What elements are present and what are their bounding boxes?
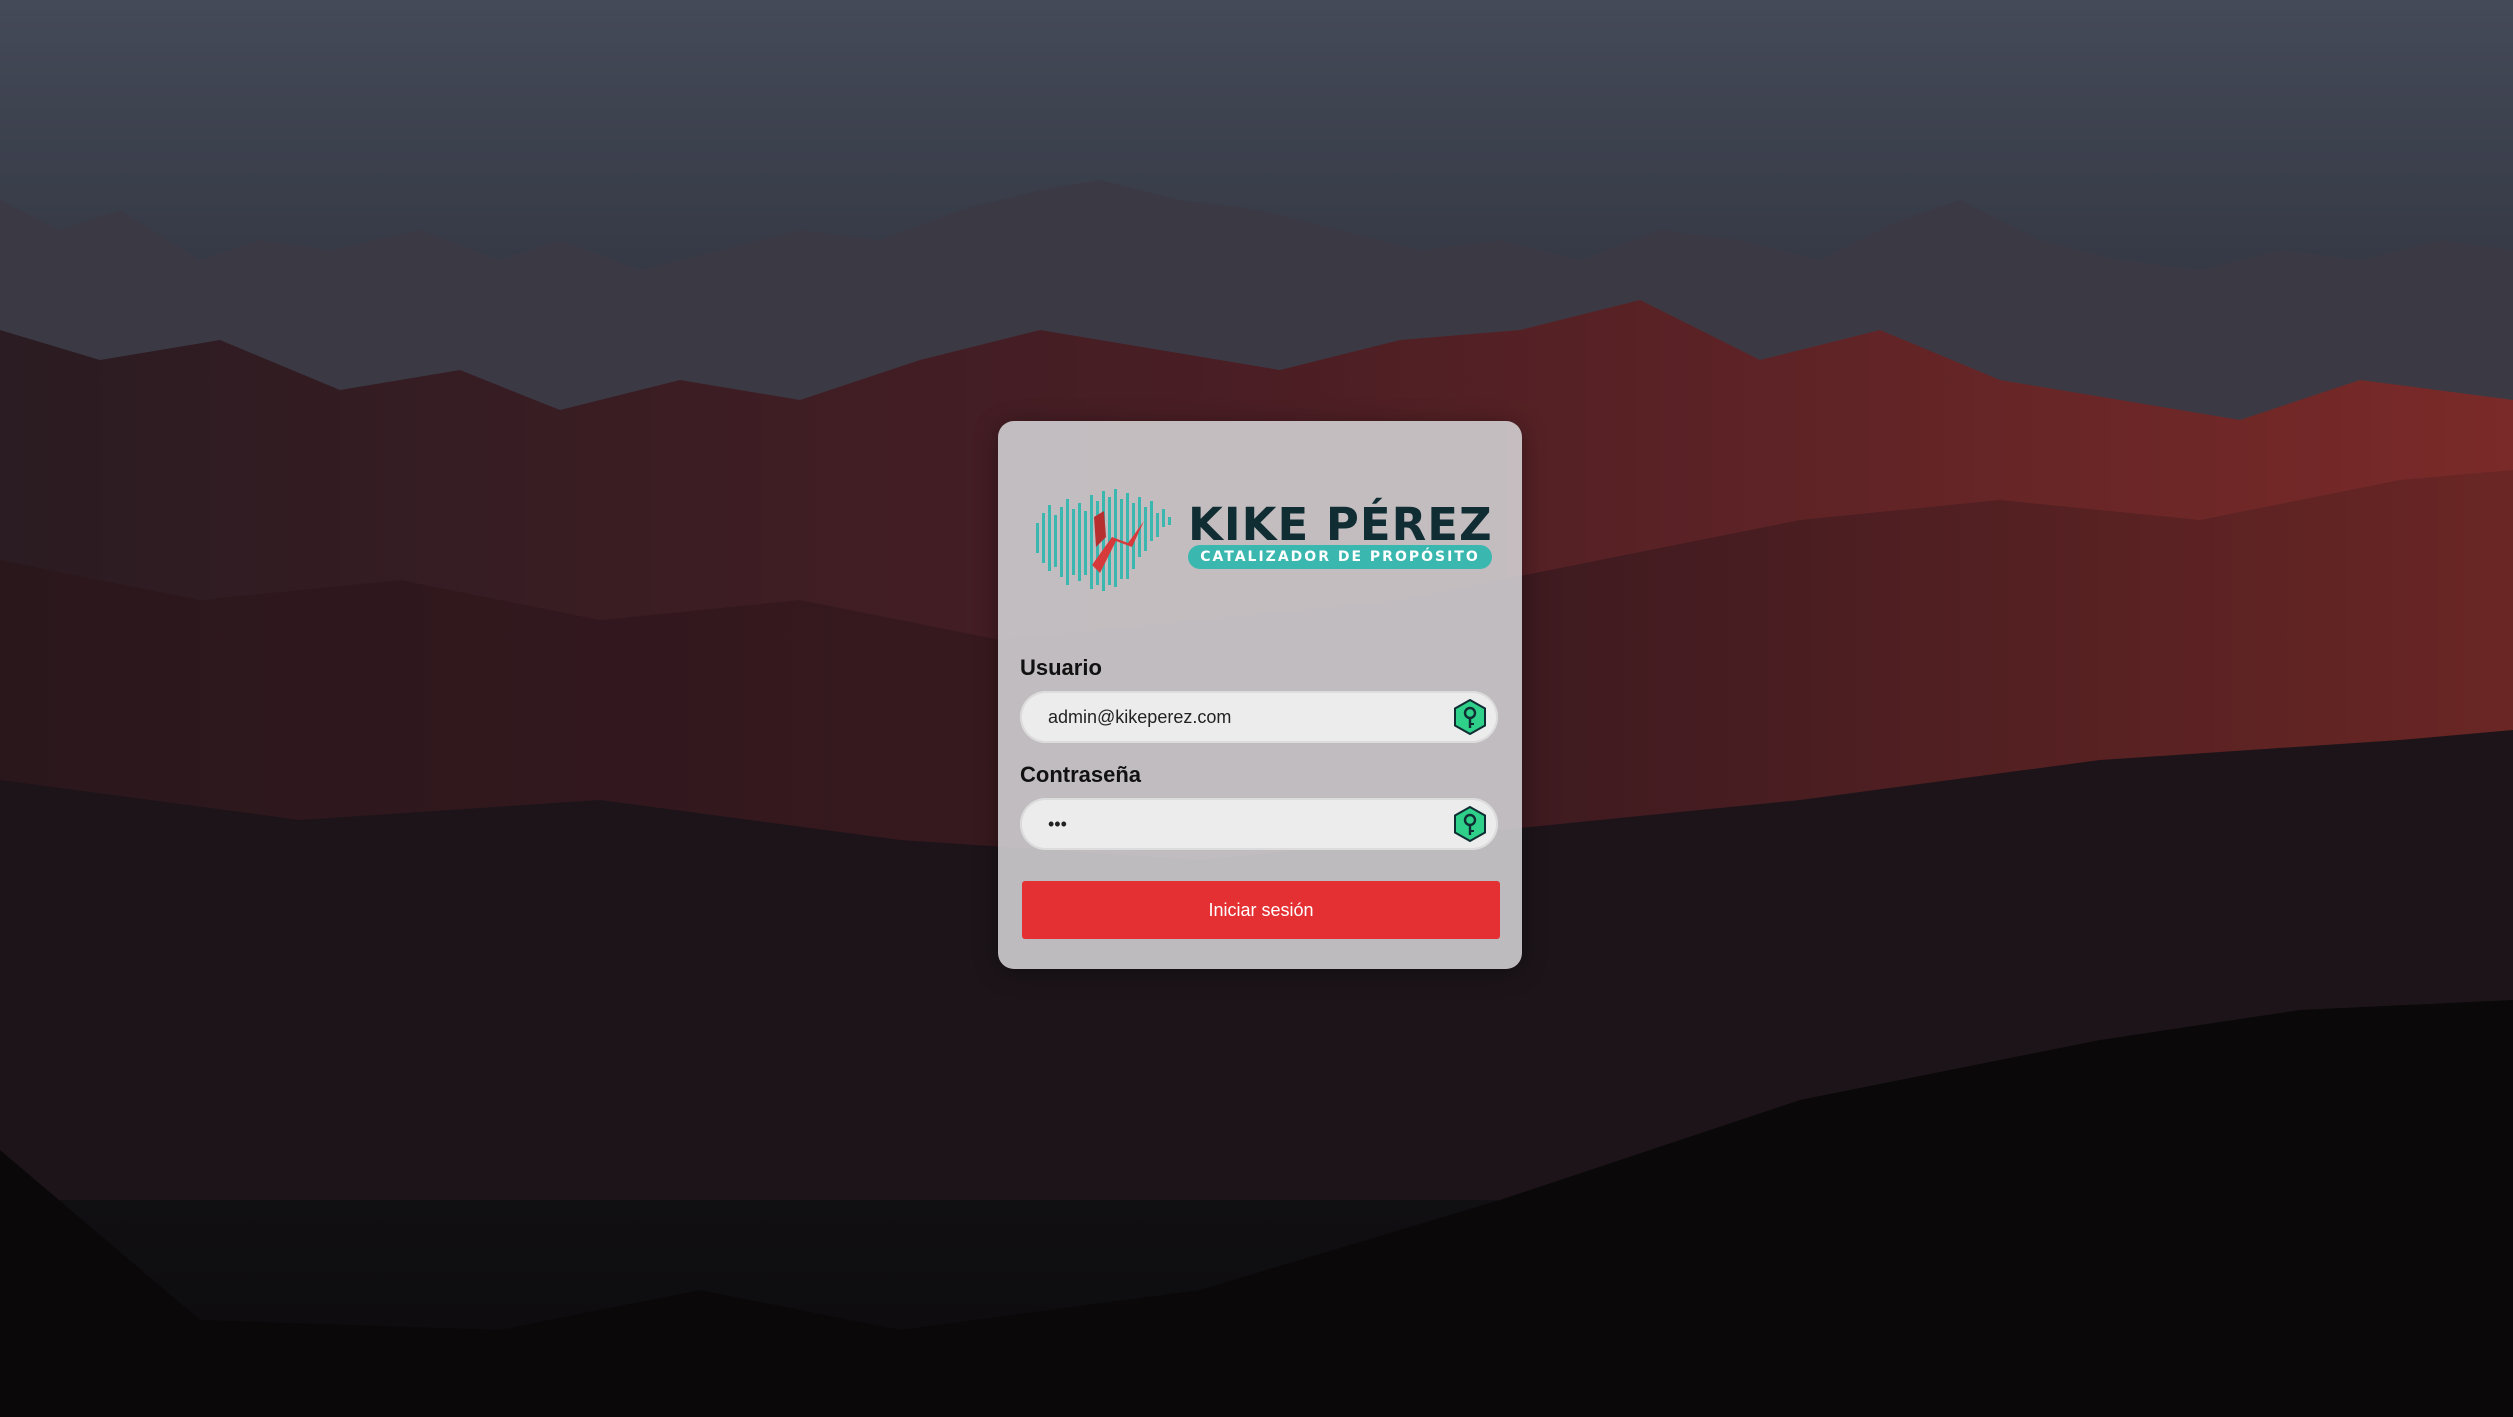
brand-tagline: CATALIZADOR DE PROPÓSITO [1188, 545, 1492, 569]
password-label: Contraseña [1020, 762, 1142, 787]
brand-logo: KIKE PÉREZ CATALIZADOR DE PROPÓSITO [1032, 477, 1492, 603]
brand-waveform-logo-icon [1036, 489, 1171, 591]
key-icon[interactable] [1452, 806, 1488, 842]
brand-name: KIKE PÉREZ [1188, 498, 1493, 551]
login-card: KIKE PÉREZ CATALIZADOR DE PROPÓSITO Usua… [998, 421, 1522, 969]
login-button[interactable]: Iniciar sesión [1022, 881, 1500, 939]
password-field[interactable] [1020, 798, 1498, 850]
password-input[interactable] [1020, 798, 1448, 850]
username-label: Usuario [1020, 655, 1102, 680]
username-input[interactable] [1020, 691, 1448, 743]
username-field[interactable] [1020, 691, 1498, 743]
key-icon[interactable] [1452, 699, 1488, 735]
